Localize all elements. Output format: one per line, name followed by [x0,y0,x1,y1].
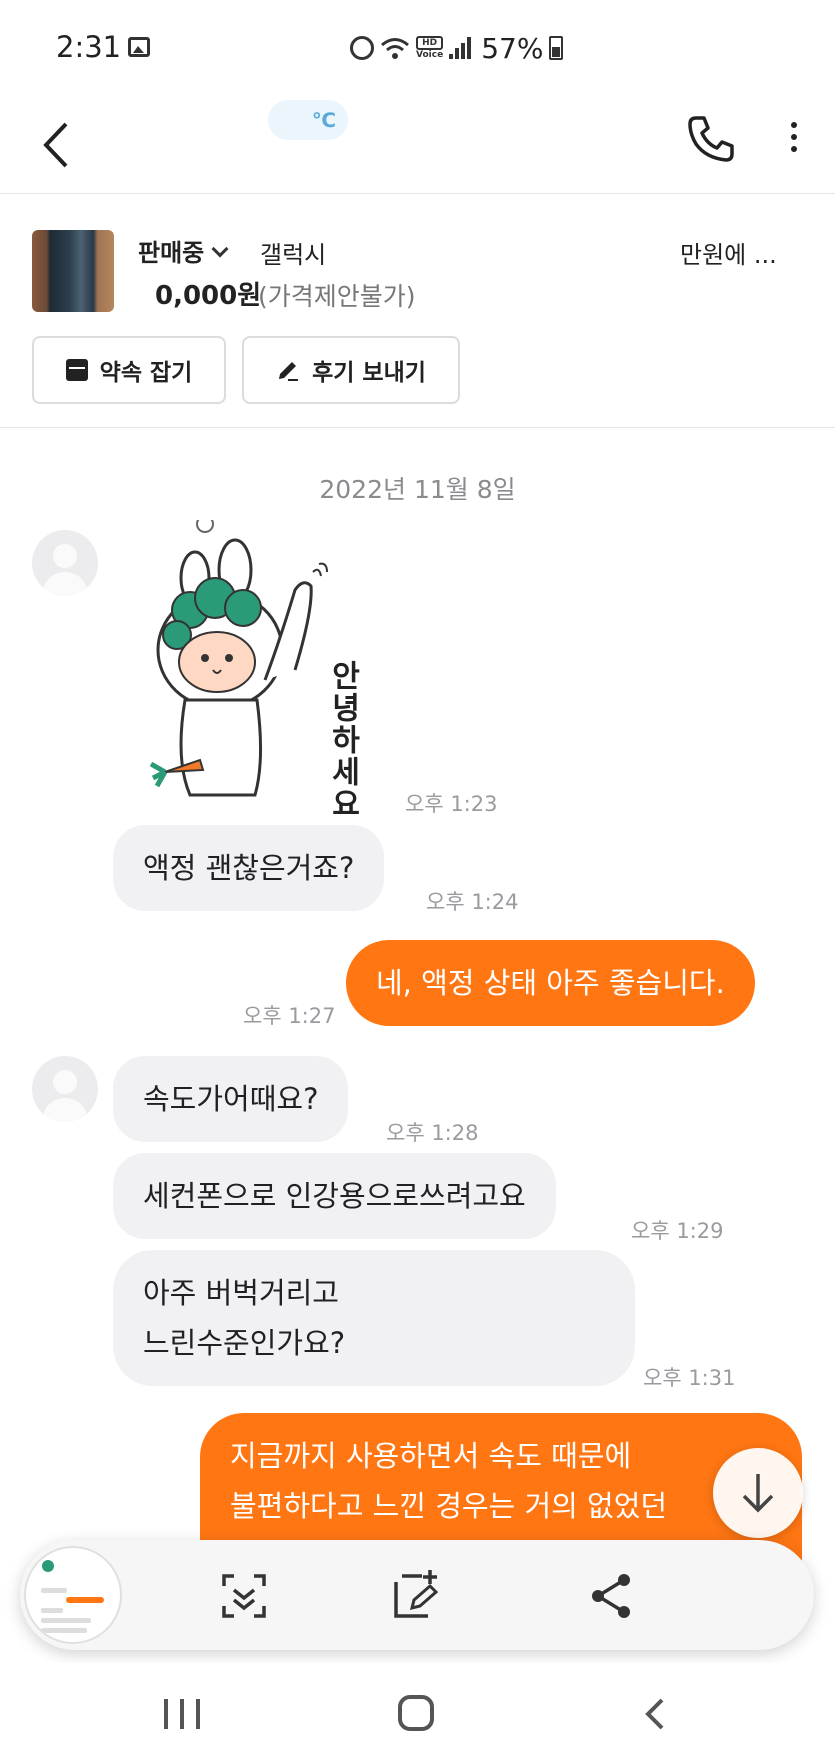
recent-apps-icon[interactable] [164,1699,200,1729]
sale-status-dropdown[interactable]: 판매중 [138,233,229,268]
status-bar: 2:31 HD Voice 57% [0,0,835,96]
date-separator: 2022년 11월 8일 [319,475,516,504]
manner-temperature-badge: ℃ [268,100,348,140]
screenshot-toolbar [20,1540,814,1650]
hd-voice-icon: HD Voice [416,36,444,60]
chat-header: ℃ [0,96,835,194]
battery-percent: 57% [481,31,544,65]
avatar[interactable] [32,1056,98,1122]
share-icon[interactable] [584,1568,640,1624]
product-price: 0,000원 [155,281,262,311]
wifi-icon [381,38,409,59]
system-navigation-bar [0,1663,835,1763]
nav-back-icon[interactable] [640,1697,670,1731]
message-time: 오후 1:24 [426,890,519,914]
phone-icon[interactable] [686,114,736,164]
status-time: 2:31 [56,30,122,64]
review-button[interactable]: 후기 보내기 [242,336,460,404]
appointment-button[interactable]: 약속 잡기 [32,336,226,404]
signal-icon [449,37,472,59]
arrow-down-icon [742,1474,774,1513]
incoming-message[interactable]: 세컨폰으로 인강용으로쓰려고요 [113,1153,556,1239]
gallery-icon [128,37,150,57]
pencil-icon [279,362,299,381]
product-title: 갤럭시 [260,241,327,269]
home-icon[interactable] [398,1695,434,1731]
avatar[interactable] [32,530,98,596]
outgoing-message[interactable]: 네, 액정 상태 아주 좋습니다. [346,940,755,1026]
back-icon[interactable] [38,116,78,174]
scroll-capture-icon[interactable] [216,1568,272,1624]
message-time: 오후 1:28 [386,1121,479,1145]
incoming-message[interactable]: 액정 괜찮은거죠? [113,825,385,911]
battery-icon [549,36,564,60]
price-negotiation-label: (가격제안불가) [258,282,416,311]
product-title-end: 만원에 ... [680,241,777,269]
chevron-down-icon [211,240,229,258]
more-icon[interactable] [776,118,812,168]
message-time: 오후 1:27 [243,1004,336,1028]
product-thumbnail[interactable] [32,230,114,312]
product-card[interactable]: 판매중 갤럭시 만원에 ... 0,000원 (가격제안불가) 약속 잡기 후기… [0,195,835,428]
scroll-to-bottom-button[interactable] [713,1448,803,1538]
sticker-caption: 안녕하세요 [325,660,360,820]
edit-capture-icon[interactable] [388,1568,444,1624]
calendar-icon [65,359,88,381]
alarm-icon [350,36,374,60]
message-time: 오후 1:29 [631,1219,724,1243]
incoming-message[interactable]: 속도가어때요? [113,1056,349,1142]
screenshot-preview-thumbnail[interactable] [24,1546,122,1644]
message-time: 오후 1:31 [643,1366,736,1390]
status-icons: HD Voice 57% [350,31,564,65]
message-time: 오후 1:23 [405,792,498,816]
incoming-message[interactable]: 아주 버벅거리고 느린수준인가요? [113,1250,635,1386]
